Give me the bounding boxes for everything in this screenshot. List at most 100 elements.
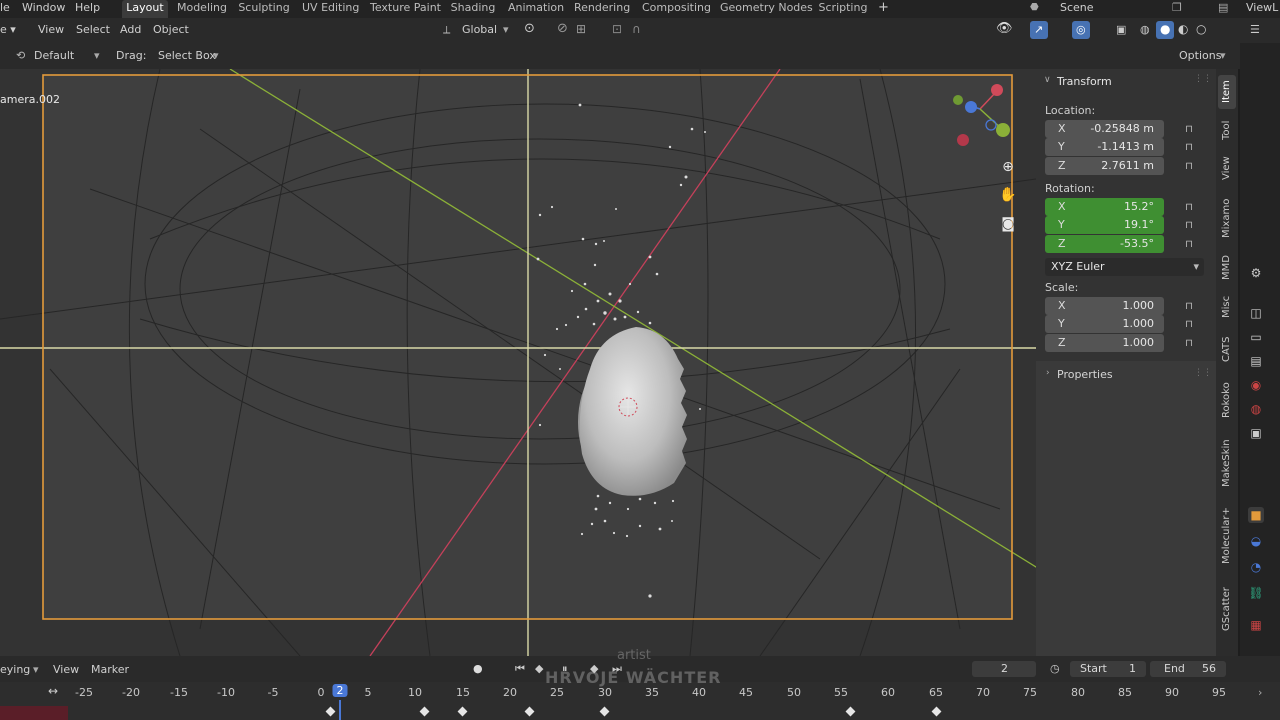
menu-select[interactable]: Select (76, 23, 110, 37)
tab-view[interactable]: View (1218, 153, 1236, 183)
lock-icon[interactable]: ⊓ (1183, 338, 1195, 350)
orientation-dropdown[interactable]: Global (462, 23, 497, 37)
scene-name[interactable]: Scene (1060, 0, 1094, 17)
lock-icon[interactable]: ⊓ (1183, 239, 1195, 251)
shading-material-icon[interactable]: ◐ (1178, 22, 1188, 36)
output-properties-icon[interactable]: ▭ (1248, 329, 1264, 345)
falloff-icon[interactable]: ∩ (632, 22, 641, 36)
drag-handle-icon[interactable]: ⋮⋮ (1194, 74, 1212, 84)
keyframe-marker[interactable] (931, 706, 942, 717)
tab-rendering[interactable]: Rendering (574, 0, 630, 18)
tab-scripting[interactable]: Scripting (818, 0, 868, 18)
tab-compositing[interactable]: Compositing (642, 0, 711, 18)
tab-molecular-plus[interactable]: Molecular+ (1218, 501, 1236, 571)
tab-tool[interactable]: Tool (1218, 115, 1236, 145)
object-properties-icon[interactable]: ■ (1248, 507, 1264, 523)
proportional-edit-icon[interactable]: ⊡ (612, 22, 622, 36)
camera-view-icon[interactable]: ◙ (999, 215, 1017, 233)
location-z-field[interactable]: Z 2.7611 m (1045, 157, 1164, 175)
menu-view[interactable]: View (38, 23, 64, 37)
record-icon[interactable]: ● (473, 662, 483, 676)
tab-layout[interactable]: Layout (122, 0, 168, 18)
outliner-icon[interactable]: ☰ (1250, 23, 1260, 37)
chevron-down-icon[interactable]: ∨ (1044, 75, 1051, 85)
chevron-right-icon[interactable]: › (1258, 686, 1262, 699)
lock-icon[interactable]: ⊓ (1183, 301, 1195, 313)
tab-cats[interactable]: CATS (1218, 331, 1236, 367)
keyframe-marker[interactable] (524, 706, 535, 717)
world-properties-icon[interactable]: ◍ (1248, 401, 1264, 417)
lock-icon[interactable]: ⊓ (1183, 319, 1195, 331)
tab-modeling[interactable]: Modeling (176, 0, 228, 18)
constraint-properties-icon[interactable]: ⛓ (1248, 585, 1264, 601)
pan-hand-icon[interactable]: ✋ (999, 186, 1017, 204)
lock-icon[interactable]: ⊓ (1183, 202, 1195, 214)
render-properties-icon[interactable]: ◫ (1248, 305, 1264, 321)
tab-item[interactable]: Item (1218, 75, 1236, 109)
tab-shading[interactable]: Shading (450, 0, 496, 18)
copy-scene-icon[interactable]: ❐ (1172, 0, 1182, 17)
drag-select-box-dropdown[interactable]: Select Box (158, 49, 216, 63)
scale-z-field[interactable]: Z 1.000 (1045, 334, 1164, 352)
tab-rokoko[interactable]: Rokoko (1218, 375, 1236, 425)
keyframe-marker[interactable] (325, 706, 336, 717)
lock-icon[interactable]: ⊓ (1183, 142, 1195, 154)
snap-target-icon[interactable]: ⊞ (576, 22, 586, 36)
menu-add[interactable]: Add (120, 23, 141, 37)
timer-icon[interactable]: ◷ (1050, 662, 1060, 676)
menu-marker[interactable]: Marker (91, 663, 129, 677)
tab-sculpting[interactable]: Sculpting (238, 0, 290, 18)
keyframe-marker[interactable] (419, 706, 430, 717)
prev-keyframe-icon[interactable]: ◆ (535, 662, 543, 676)
tab-geometry-nodes[interactable]: Geometry Nodes (720, 0, 813, 18)
shading-wire-icon[interactable]: ◍ (1140, 23, 1150, 37)
editor-type-icon[interactable]: e ▾ (0, 23, 16, 37)
menu-file[interactable]: le (0, 0, 10, 17)
menu-help[interactable]: Help (75, 0, 100, 17)
menu-keying[interactable]: eying (0, 663, 30, 677)
lock-icon[interactable]: ⊓ (1183, 124, 1195, 136)
3d-viewport[interactable]: amera.002 ⊕ ✋ ◙ (0, 69, 1036, 656)
lock-icon[interactable]: ⊓ (1183, 161, 1195, 173)
properties-subpanel-header[interactable]: › Properties ⋮⋮ (1036, 361, 1216, 389)
xray-icon[interactable]: ▣ (1116, 23, 1126, 37)
tab-gscatter[interactable]: GScatter (1218, 579, 1236, 639)
timeline-ruler[interactable]: ↔ -25 -20 -15 -10 -5 0 2 5 10 15 20 25 3… (0, 682, 1280, 720)
scrub-resize-icon[interactable]: ↔ (48, 684, 58, 698)
tool-properties-icon[interactable]: ⚙ (1248, 265, 1264, 281)
tab-mixamo[interactable]: Mixamo (1218, 191, 1236, 245)
location-x-field[interactable]: X -0.25848 m (1045, 120, 1164, 138)
view-layer-name[interactable]: ViewL (1246, 0, 1278, 17)
rotation-x-field[interactable]: X 15.2° (1045, 198, 1164, 216)
rotation-mode-dropdown[interactable]: XYZ Euler ▾ (1045, 258, 1204, 276)
end-frame-field[interactable]: End 56 (1150, 661, 1226, 677)
current-frame-field[interactable]: 2 (972, 661, 1036, 677)
lock-icon[interactable]: ⊓ (1183, 220, 1195, 232)
pivot-icon[interactable]: ⊙ (524, 22, 535, 36)
add-workspace-icon[interactable]: + (878, 0, 889, 17)
rotation-z-field[interactable]: Z -53.5° (1045, 235, 1164, 253)
menu-object[interactable]: Object (153, 23, 189, 37)
jump-start-icon[interactable]: ⏮ (515, 662, 525, 676)
tab-makeskin[interactable]: MakeSkin (1218, 433, 1236, 493)
texture-properties-icon[interactable]: ▦ (1248, 617, 1264, 633)
scene-properties-icon[interactable]: ◉ (1248, 377, 1264, 393)
collection-properties-icon[interactable]: ▣ (1248, 425, 1264, 441)
scale-x-field[interactable]: X 1.000 (1045, 297, 1164, 315)
menu-timeline-view[interactable]: View (53, 663, 79, 677)
keyframe-marker[interactable] (845, 706, 856, 717)
rotation-y-field[interactable]: Y 19.1° (1045, 216, 1164, 234)
view-layer-properties-icon[interactable]: ▤ (1248, 353, 1264, 369)
menu-window[interactable]: Window (22, 0, 65, 17)
tab-animation[interactable]: Animation (508, 0, 564, 18)
start-frame-field[interactable]: Start 1 (1070, 661, 1146, 677)
visibility-eye-icon[interactable]: 👁 (996, 22, 1013, 36)
playhead-frame[interactable]: 2 (332, 684, 348, 697)
options-dropdown[interactable]: Options (1179, 49, 1221, 63)
panel-title[interactable]: Transform (1057, 75, 1112, 88)
physics-properties-icon[interactable]: ◔ (1248, 559, 1264, 575)
transform-orientation-dropdown[interactable]: Default (34, 49, 74, 63)
keyframe-marker[interactable] (599, 706, 610, 717)
location-y-field[interactable]: Y -1.1413 m (1045, 138, 1164, 156)
zoom-icon[interactable]: ⊕ (999, 158, 1017, 176)
